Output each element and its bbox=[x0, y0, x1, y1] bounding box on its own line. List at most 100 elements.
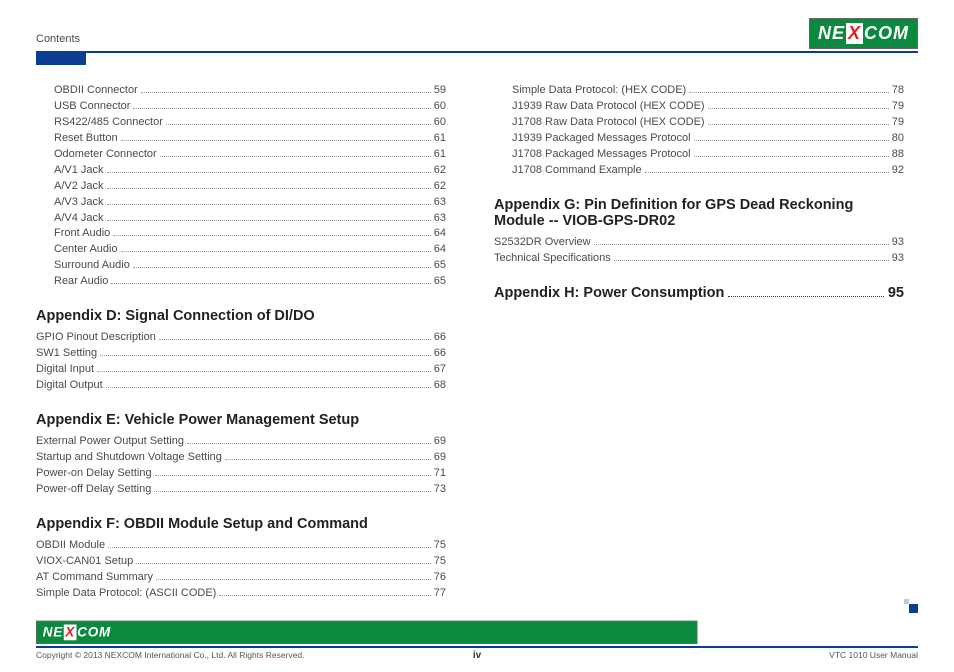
toc-entry-page: 61 bbox=[434, 131, 446, 147]
toc-entry[interactable]: RS422/485 Connector 60 bbox=[36, 115, 446, 131]
toc-entry-page: 66 bbox=[434, 330, 446, 346]
toc-entry-page: 78 bbox=[892, 83, 904, 99]
toc-entry-page: 60 bbox=[434, 115, 446, 131]
toc-column-left: OBDII Connector59USB Connector60RS422/48… bbox=[36, 83, 446, 601]
toc-entry-label: AT Command Summary bbox=[36, 570, 153, 586]
toc-entry[interactable]: Front Audio 64 bbox=[36, 226, 446, 242]
toc-entry[interactable]: A/V4 Jack63 bbox=[36, 211, 446, 227]
toc-entry-page: 64 bbox=[434, 226, 446, 242]
leader-dots bbox=[694, 140, 889, 141]
toc-entry-label: Simple Data Protocol: (HEX CODE) bbox=[512, 83, 686, 99]
leader-dots bbox=[154, 491, 430, 492]
toc-entry-page: 92 bbox=[892, 163, 904, 179]
leader-dots bbox=[106, 387, 431, 388]
toc-entry[interactable]: Technical Specifications93 bbox=[494, 251, 904, 267]
toc-entry[interactable]: OBDII Module75 bbox=[36, 538, 446, 554]
leader-dots bbox=[107, 188, 431, 189]
corner-mark-icon bbox=[904, 599, 918, 613]
toc-entry[interactable]: OBDII Connector59 bbox=[36, 83, 446, 99]
toc-group: OBDII Connector59USB Connector60RS422/48… bbox=[36, 83, 446, 290]
leader-dots bbox=[136, 563, 431, 564]
toc-entry-page: 71 bbox=[434, 466, 446, 482]
toc-entry[interactable]: Power-on Delay Setting 71 bbox=[36, 466, 446, 482]
toc-entry-page: 60 bbox=[434, 99, 446, 115]
toc-entry[interactable]: Rear Audio65 bbox=[36, 274, 446, 290]
toc-entry[interactable]: AT Command Summary76 bbox=[36, 570, 446, 586]
toc-entry-page: 68 bbox=[434, 378, 446, 394]
logo-text-pre: NE bbox=[818, 23, 845, 44]
appendix-d-title: Appendix D: Signal Connection of DI/DO bbox=[36, 308, 446, 324]
leader-dots bbox=[100, 355, 431, 356]
toc-entry[interactable]: Surround Audio 65 bbox=[36, 258, 446, 274]
toc-entry-label: J1708 Command Example bbox=[512, 163, 642, 179]
toc-entry-page: 88 bbox=[892, 147, 904, 163]
toc-entry[interactable]: J1708 Raw Data Protocol (HEX CODE)79 bbox=[494, 115, 904, 131]
toc-entry-page: 67 bbox=[434, 362, 446, 378]
toc-entry-label: Reset Button bbox=[54, 131, 118, 147]
toc-entry-label: OBDII Connector bbox=[54, 83, 138, 99]
toc-entry-page: 63 bbox=[434, 195, 446, 211]
toc-entry-label: Simple Data Protocol: (ASCII CODE) bbox=[36, 586, 216, 602]
toc-entry[interactable]: Simple Data Protocol: (ASCII CODE)77 bbox=[36, 586, 446, 602]
appendix-h-line[interactable]: Appendix H: Power Consumption 95 bbox=[494, 285, 904, 301]
appendix-f-title: Appendix F: OBDII Module Setup and Comma… bbox=[36, 516, 446, 532]
toc-group: OBDII Module75VIOX-CAN01 Setup75AT Comma… bbox=[36, 538, 446, 602]
toc-entry-page: 65 bbox=[434, 258, 446, 274]
toc-entry[interactable]: Center Audio64 bbox=[36, 242, 446, 258]
toc-entry[interactable]: Simple Data Protocol: (HEX CODE) 78 bbox=[494, 83, 904, 99]
toc-entry-label: VIOX-CAN01 Setup bbox=[36, 554, 133, 570]
manual-label: VTC 1010 User Manual bbox=[829, 650, 918, 660]
toc-entry-label: Front Audio bbox=[54, 226, 110, 242]
appendix-e-title: Appendix E: Vehicle Power Management Set… bbox=[36, 412, 446, 428]
toc-entry-page: 80 bbox=[892, 131, 904, 147]
footer-logo-wrap: NEXCOM bbox=[36, 613, 918, 644]
appendix-h-label: Appendix H: Power Consumption bbox=[494, 285, 724, 301]
toc-entry-label: A/V2 Jack bbox=[54, 179, 104, 195]
toc-entry[interactable]: Digital Output 68 bbox=[36, 378, 446, 394]
toc-entry[interactable]: Digital Input67 bbox=[36, 362, 446, 378]
toc-entry[interactable]: Reset Button 61 bbox=[36, 131, 446, 147]
toc-entry-label: Power-on Delay Setting bbox=[36, 466, 152, 482]
leader-dots bbox=[107, 172, 431, 173]
leader-dots bbox=[187, 443, 431, 444]
toc-entry[interactable]: A/V3 Jack 63 bbox=[36, 195, 446, 211]
toc-entry[interactable]: Power-off Delay Setting73 bbox=[36, 482, 446, 498]
appendix-h-page: 95 bbox=[888, 285, 904, 301]
toc-entry[interactable]: J1939 Raw Data Protocol (HEX CODE)79 bbox=[494, 99, 904, 115]
leader-dots bbox=[160, 156, 431, 157]
toc-entry[interactable]: Startup and Shutdown Voltage Setting69 bbox=[36, 450, 446, 466]
toc-entry[interactable]: SW1 Setting66 bbox=[36, 346, 446, 362]
leader-dots bbox=[155, 475, 431, 476]
toc-entry-label: A/V3 Jack bbox=[54, 195, 104, 211]
leader-dots bbox=[133, 267, 431, 268]
toc-entry[interactable]: VIOX-CAN01 Setup 75 bbox=[36, 554, 446, 570]
toc-entry-label: J1708 Packaged Messages Protocol bbox=[512, 147, 691, 163]
toc-entry[interactable]: USB Connector60 bbox=[36, 99, 446, 115]
leader-dots bbox=[594, 244, 889, 245]
toc-entry[interactable]: Odometer Connector61 bbox=[36, 147, 446, 163]
toc-entry[interactable]: A/V2 Jack62 bbox=[36, 179, 446, 195]
toc-entry[interactable]: A/V1 Jack62 bbox=[36, 163, 446, 179]
toc-entry-page: 75 bbox=[434, 554, 446, 570]
tab-mark bbox=[36, 53, 86, 65]
leader-dots bbox=[141, 92, 431, 93]
leader-dots bbox=[708, 108, 889, 109]
leader-dots bbox=[159, 339, 431, 340]
toc-entry[interactable]: J1939 Packaged Messages Protocol80 bbox=[494, 131, 904, 147]
leader-dots bbox=[689, 92, 889, 93]
toc-group: S2532DR Overview93Technical Specificatio… bbox=[494, 235, 904, 267]
leader-dots bbox=[708, 124, 889, 125]
leader-dots bbox=[156, 579, 431, 580]
toc-entry[interactable]: S2532DR Overview93 bbox=[494, 235, 904, 251]
leader-dots bbox=[694, 156, 889, 157]
leader-dots bbox=[111, 283, 430, 284]
toc-entry-label: Surround Audio bbox=[54, 258, 130, 274]
toc-entry[interactable]: J1708 Command Example 92 bbox=[494, 163, 904, 179]
toc-column-right: Simple Data Protocol: (HEX CODE)78J1939 … bbox=[494, 83, 904, 601]
toc-entry[interactable]: GPIO Pinout Description66 bbox=[36, 330, 446, 346]
leader-dots bbox=[121, 251, 431, 252]
toc-entry[interactable]: External Power Output Setting69 bbox=[36, 434, 446, 450]
toc-entry-label: Digital Output bbox=[36, 378, 103, 394]
toc-entry-label: RS422/485 Connector bbox=[54, 115, 163, 131]
toc-entry[interactable]: J1708 Packaged Messages Protocol 88 bbox=[494, 147, 904, 163]
